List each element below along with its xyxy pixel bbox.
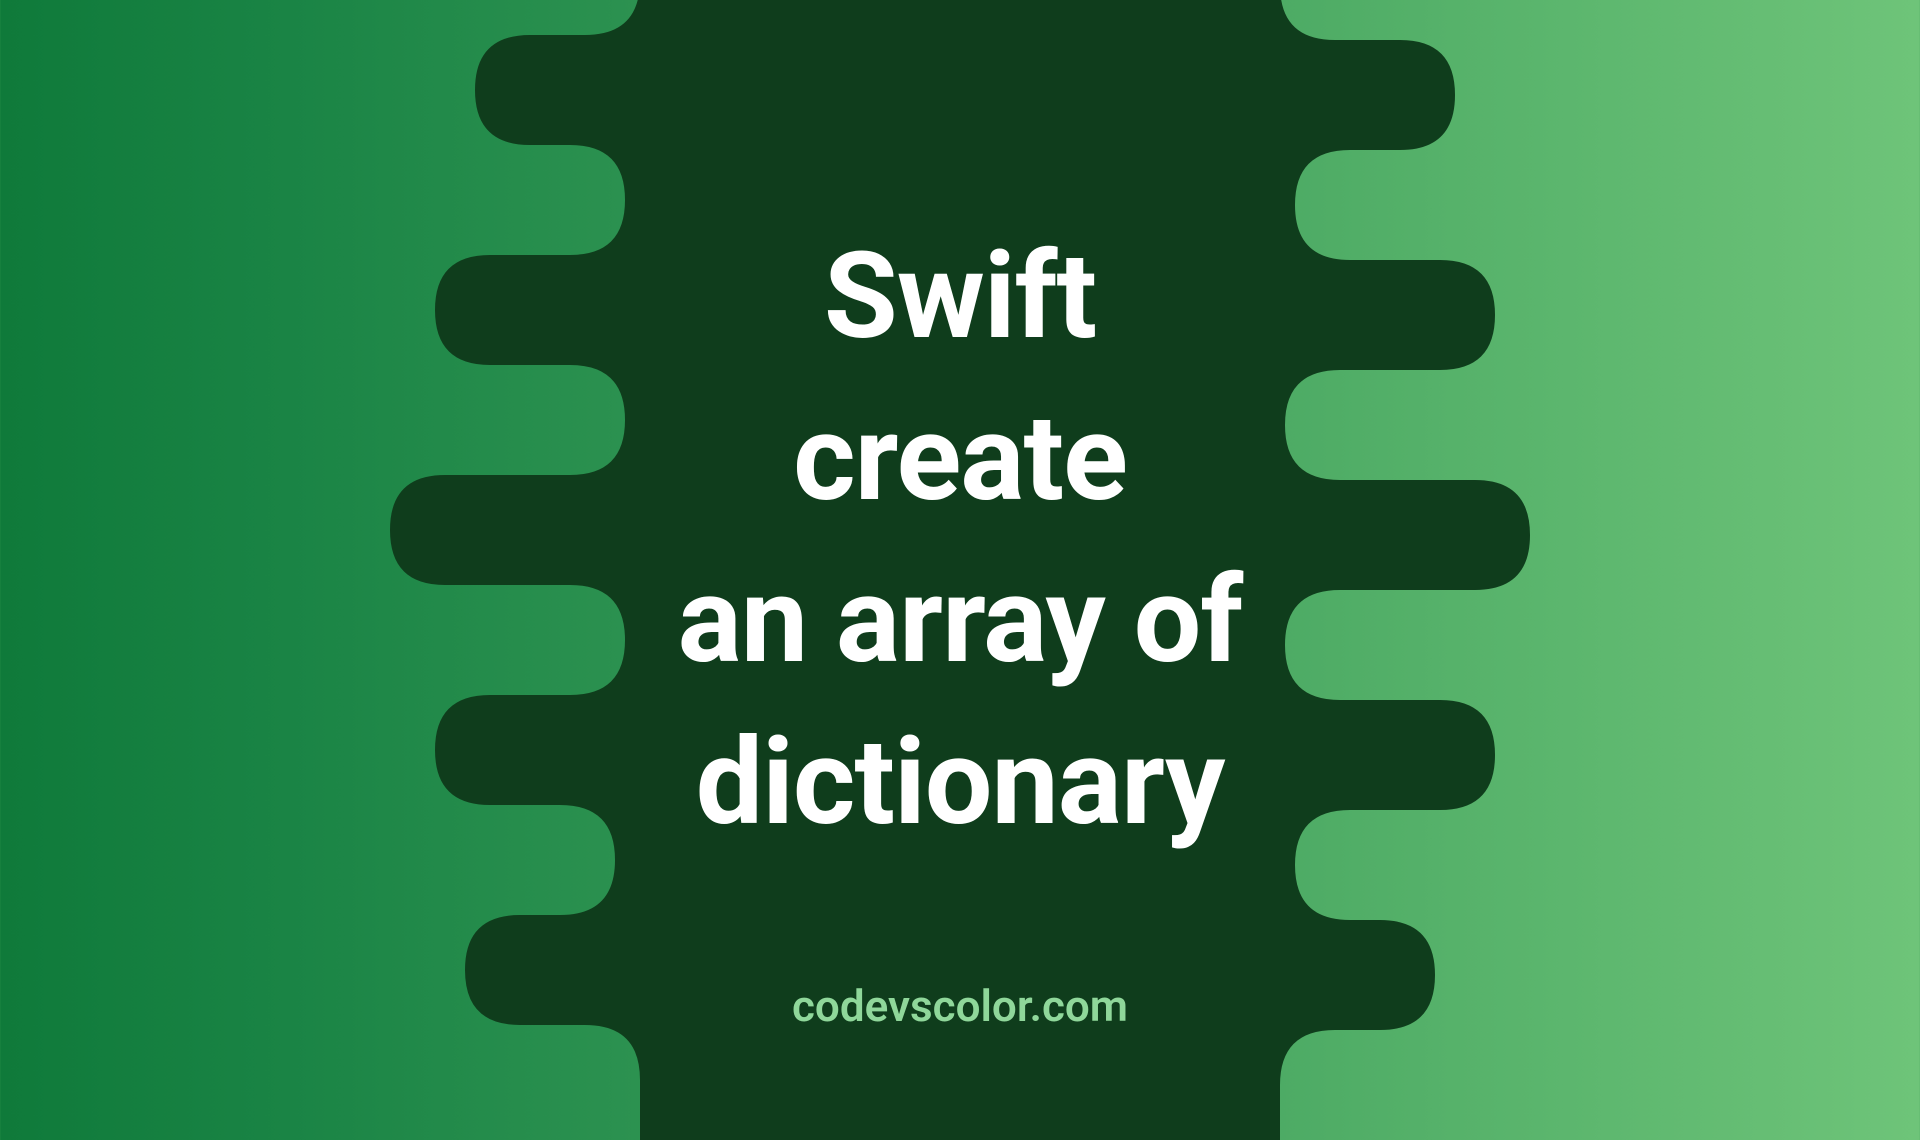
page-title: Swift create an array of dictionary [678, 216, 1243, 864]
footer-site: codevscolor.com [0, 980, 1920, 1032]
main-content: Swift create an array of dictionary [0, 0, 1920, 1080]
